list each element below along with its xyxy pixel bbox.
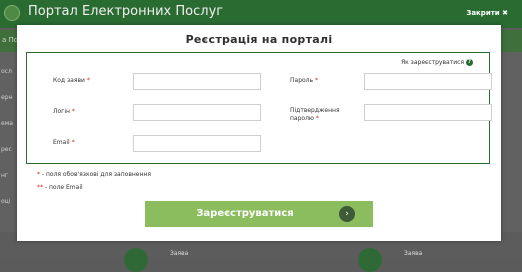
background-menu-item: ема [1,120,13,127]
top-bar: Портал Електронних Послуг [0,0,522,28]
login-label: Логін * [53,108,75,115]
help-link[interactable]: Як зареєструватися? [401,59,473,66]
email-label: Email * [53,139,75,146]
required-note: * - поля обов'язкові для заповнення [37,171,151,178]
registration-form: Як зареєструватися? Код заяви * Пароль *… [26,52,492,164]
request-code-label: Код заяви * [53,77,90,84]
background-strip-text: а По [2,36,19,44]
required-marker: * [71,139,75,146]
background-menu-item: осл [1,68,12,75]
password-confirm-input[interactable] [364,104,492,121]
register-button-label[interactable]: Зареєструватися [145,208,345,219]
email-note: ** - поле Email [37,184,83,191]
background-menu-item: оці [1,198,11,205]
background-menu-item: ерн [1,94,13,101]
required-marker: * [71,108,75,115]
service-card-label: Заява [170,250,189,257]
background-menu-item: нг [1,172,9,179]
required-marker: * [314,77,318,84]
required-marker: * [86,77,90,84]
help-link-text[interactable]: Як зареєструватися [401,59,464,66]
background-left-menu: осл ерн ема рес нг оці [0,52,18,261]
password-input[interactable] [364,73,492,90]
background-menu-item: рес [1,146,12,153]
portal-title: Портал Електронних Послуг [28,4,224,19]
arrow-right-icon[interactable]: › [339,206,355,222]
email-input[interactable] [133,135,261,152]
modal-title: Реєстрація на порталі [185,33,333,46]
portal-logo-icon [4,5,20,21]
service-icon [124,248,148,272]
close-button[interactable]: Закрити ✖ [466,9,508,17]
register-button[interactable]: Зареєструватися › [145,201,373,227]
background-right-panel [502,52,522,261]
login-input[interactable] [133,104,261,121]
required-marker: * [315,115,319,122]
password-label: Пароль * [290,77,318,84]
request-code-input[interactable] [133,73,261,90]
service-card-label: Заява [404,250,423,257]
registration-modal: Реєстрація на порталі Як зареєструватися… [17,25,501,241]
service-icon [358,248,382,272]
password-confirm-label: Підтвердження паролю * [290,107,340,122]
help-icon[interactable]: ? [466,59,473,66]
